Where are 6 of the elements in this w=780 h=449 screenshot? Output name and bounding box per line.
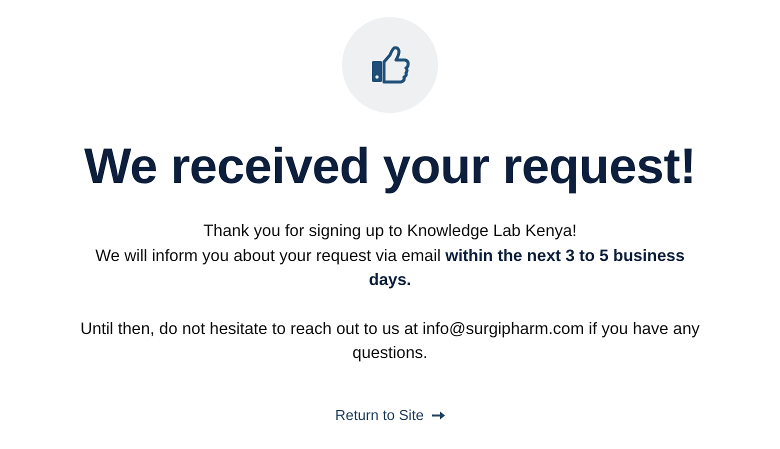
arrow-right-icon — [432, 411, 445, 420]
return-link[interactable]: Return to Site — [335, 408, 445, 424]
message-paragraph: Thank you for signing up to Knowledge Lab Kenya! We will inform you about your request via email within the next 3 to 5 business days. — [94, 221, 686, 291]
message-paragraph: Until then, do not hesitate to reach out to us at info@surgipharm.com if you have any questions. — [80, 318, 700, 364]
thumbs-up-icon — [370, 45, 410, 85]
page-heading: We received your request! — [84, 137, 696, 196]
